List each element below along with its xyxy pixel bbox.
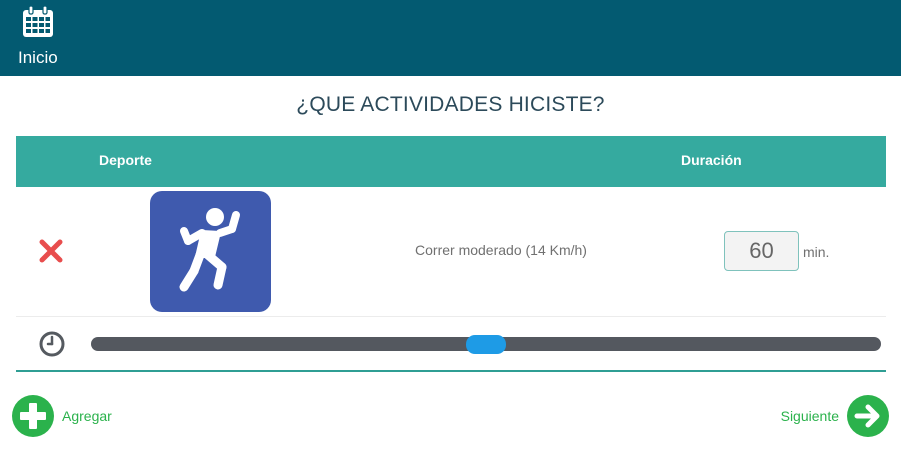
column-header-sport: Deporte [99,152,152,168]
calendar-icon [23,6,53,37]
top-bar: Inicio [0,0,901,76]
plus-circle-icon [12,395,54,437]
add-activity-button[interactable]: Agregar [12,395,112,437]
duration-input[interactable] [724,231,799,271]
sport-name: Correr moderado (14 Km/h) [415,242,587,258]
add-label: Agregar [62,408,112,424]
page-title: ¿QUE ACTIVIDADES HICISTE? [296,93,605,116]
table-header: Deporte Duración [16,136,886,187]
next-label: Siguiente [780,408,839,424]
duration-unit: min. [803,244,830,260]
delete-icon[interactable] [38,238,64,264]
arrow-right-circle-icon [847,395,889,437]
duration-slider[interactable] [91,335,881,354]
column-header-duration: Duración [681,152,742,168]
next-button[interactable]: Siguiente [780,395,889,437]
slider-thumb[interactable] [466,335,506,354]
duration-slider-row [16,318,886,372]
home-label: Inicio [18,48,58,67]
clock-icon [39,331,65,357]
running-person-icon [150,191,271,312]
table-row: Correr moderado (14 Km/h) min. [16,187,886,317]
home-button[interactable]: Inicio [12,4,64,68]
